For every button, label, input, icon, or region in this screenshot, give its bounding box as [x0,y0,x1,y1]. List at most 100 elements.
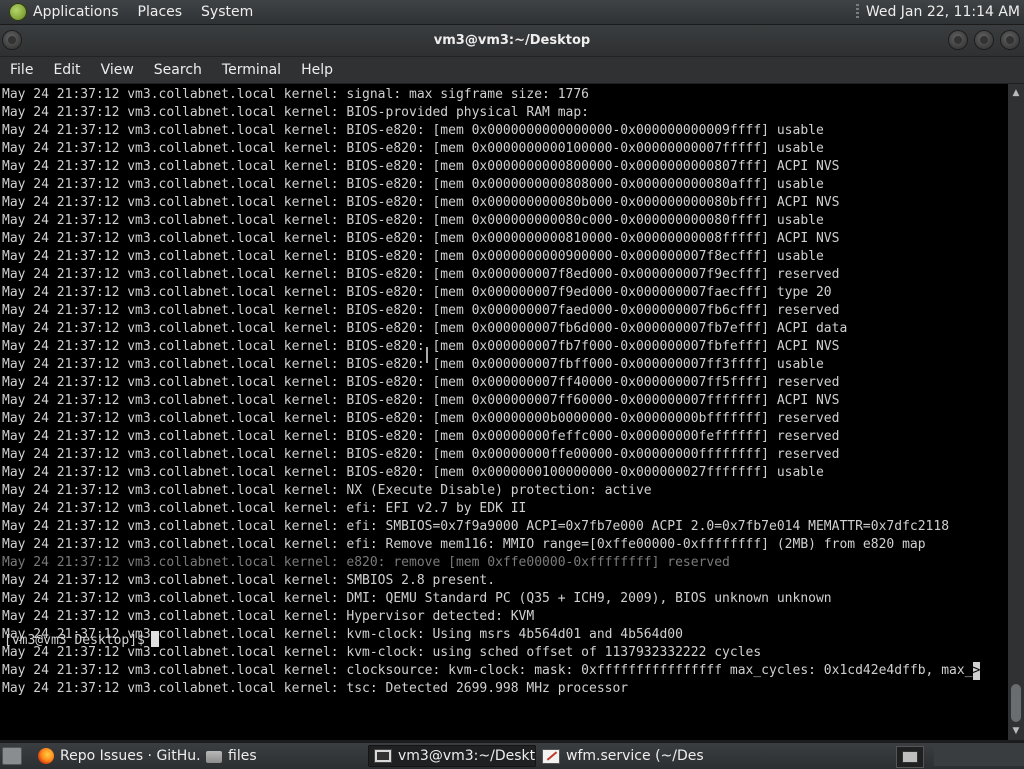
log-line-text: May 24 21:37:12 vm3.collabnet.local kern… [2,87,589,102]
log-line: May 24 21:37:12 vm3.collabnet.local kern… [2,572,980,590]
log-line-text: May 24 21:37:12 vm3.collabnet.local kern… [2,519,950,534]
log-line: May 24 21:37:12 vm3.collabnet.local kern… [2,122,980,140]
clock[interactable]: Wed Jan 22, 11:14 AM [866,4,1020,20]
window-titlebar[interactable]: vm3@vm3:~/Desktop [0,25,1024,57]
log-line: May 24 21:37:12 vm3.collabnet.local kern… [2,338,980,356]
task-label: vm3@vm3:~/Desktop [398,748,536,764]
log-line-text: May 24 21:37:12 vm3.collabnet.local kern… [2,537,926,552]
log-line: May 24 21:37:12 vm3.collabnet.local kern… [2,680,980,698]
menu-search[interactable]: Search [154,62,202,78]
log-line-text: May 24 21:37:12 vm3.collabnet.local kern… [2,105,589,120]
log-line: May 24 21:37:12 vm3.collabnet.local kern… [2,158,980,176]
log-line: May 24 21:37:12 vm3.collabnet.local kern… [2,86,980,104]
log-line-text: May 24 21:37:12 vm3.collabnet.local kern… [2,321,848,336]
task-editor[interactable]: wfm.service (~/Desk... [536,745,704,767]
scroll-up-arrow-icon[interactable]: ▲ [1008,86,1024,100]
menu-help[interactable]: Help [301,62,333,78]
log-line: May 24 21:37:12 vm3.collabnet.local kern… [2,518,980,536]
window-title: vm3@vm3:~/Desktop [433,33,591,48]
log-line: May 24 21:37:12 vm3.collabnet.local kern… [2,446,980,464]
log-line: May 24 21:37:12 vm3.collabnet.local kern… [2,248,980,266]
log-line-text: May 24 21:37:12 vm3.collabnet.local kern… [2,141,824,156]
workspace-switcher-icon[interactable] [896,746,924,768]
task-label: Repo Issues · GitHu... [60,748,200,764]
system-menu[interactable]: System [201,4,253,20]
log-line: May 24 21:37:12 vm3.collabnet.local kern… [2,284,980,302]
log-line: May 24 21:37:12 vm3.collabnet.local kern… [2,176,980,194]
log-line-text: May 24 21:37:12 vm3.collabnet.local kern… [2,195,840,210]
log-line: May 24 21:37:12 vm3.collabnet.local kern… [2,662,981,680]
log-line-text: May 24 21:37:12 vm3.collabnet.local kern… [2,231,840,246]
log-line: May 24 21:37:12 vm3.collabnet.local kern… [2,194,980,212]
log-line: May 24 21:37:12 vm3.collabnet.local kern… [2,464,980,482]
log-line-text: May 24 21:37:12 vm3.collabnet.local kern… [2,555,730,570]
workspace-switcher[interactable] [934,746,1024,766]
places-menu[interactable]: Places [138,4,183,20]
log-line: May 24 21:37:12 vm3.collabnet.local kern… [2,590,980,608]
panel-grip-icon[interactable] [855,4,859,20]
log-line: May 24 21:37:12 vm3.collabnet.local kern… [2,212,980,230]
log-line-text: May 24 21:37:12 vm3.collabnet.local kern… [2,447,840,462]
log-line-text: May 24 21:37:12 vm3.collabnet.local kern… [2,339,840,354]
maximize-button[interactable] [975,31,993,49]
log-line-text: May 24 21:37:12 vm3.collabnet.local kern… [2,681,629,696]
log-line: May 24 21:37:12 vm3.collabnet.local kern… [2,302,980,320]
log-line: May 24 21:37:12 vm3.collabnet.local kern… [2,536,980,554]
log-line: May 24 21:37:12 vm3.collabnet.local kern… [2,230,980,248]
top-panel-right: Wed Jan 22, 11:14 AM [855,0,1020,24]
firefox-icon [38,748,54,764]
folder-icon [206,751,222,763]
log-line: May 24 21:37:12 vm3.collabnet.local kern… [2,266,980,284]
log-line: May 24 21:37:12 vm3.collabnet.local kern… [2,374,980,392]
minimize-button[interactable] [949,31,967,49]
terminal-scrollbar[interactable]: ▲ ▼ [1008,84,1024,740]
top-panel: Applications Places System Wed Jan 22, 1… [0,0,1024,25]
menu-terminal[interactable]: Terminal [222,62,281,78]
log-line: May 24 21:37:12 vm3.collabnet.local kern… [2,320,980,338]
log-line: May 24 21:37:12 vm3.collabnet.local kern… [2,500,980,518]
distro-logo-icon[interactable] [9,3,27,21]
text-cursor [150,631,159,647]
log-line-text: May 24 21:37:12 vm3.collabnet.local kern… [2,213,824,228]
scroll-down-arrow-icon[interactable]: ▼ [1008,724,1024,738]
log-line-text: May 24 21:37:12 vm3.collabnet.local kern… [2,393,840,408]
text-editor-icon [542,748,560,764]
terminal-output: May 24 21:37:12 vm3.collabnet.local kern… [2,86,981,698]
log-line-text: May 24 21:37:12 vm3.collabnet.local kern… [2,303,840,318]
line-truncated-marker: > [972,662,981,680]
log-line: May 24 21:37:12 vm3.collabnet.local kern… [2,392,980,410]
log-line-text: May 24 21:37:12 vm3.collabnet.local kern… [2,663,973,678]
close-button[interactable] [1001,31,1019,49]
log-line: May 24 21:37:12 vm3.collabnet.local kern… [2,104,980,122]
log-line: May 24 21:37:12 vm3.collabnet.local kern… [2,482,980,500]
applications-menu[interactable]: Applications [33,4,119,20]
log-line-text: May 24 21:37:12 vm3.collabnet.local kern… [2,123,824,138]
scrollbar-thumb[interactable] [1011,684,1021,722]
log-line-text: May 24 21:37:12 vm3.collabnet.local kern… [2,483,652,498]
log-line: May 24 21:37:12 vm3.collabnet.local kern… [2,410,980,428]
shell-prompt-line[interactable]: [vm3@vm3 Desktop]$ [4,631,159,650]
show-desktop-icon[interactable] [2,747,22,765]
task-github[interactable]: Repo Issues · GitHu... [32,745,200,767]
log-line: May 24 21:37:12 vm3.collabnet.local kern… [2,140,980,158]
log-line-text: May 24 21:37:12 vm3.collabnet.local kern… [2,159,840,174]
task-terminal[interactable]: vm3@vm3:~/Desktop [368,745,536,767]
log-line-text: May 24 21:37:12 vm3.collabnet.local kern… [2,249,824,264]
log-line-text: May 24 21:37:12 vm3.collabnet.local kern… [2,411,840,426]
task-files[interactable]: files [200,745,368,767]
terminal-icon [374,749,392,763]
mouse-ibeam-icon [426,347,428,363]
shell-prompt: [vm3@vm3 Desktop]$ [4,633,145,648]
log-line-text: May 24 21:37:12 vm3.collabnet.local kern… [2,573,496,588]
log-line: May 24 21:37:12 vm3.collabnet.local kern… [2,428,980,446]
log-line-text: May 24 21:37:12 vm3.collabnet.local kern… [2,465,824,480]
menu-view[interactable]: View [101,62,134,78]
menu-file[interactable]: File [10,62,33,78]
log-line-text: May 24 21:37:12 vm3.collabnet.local kern… [2,609,535,624]
log-line-text: May 24 21:37:12 vm3.collabnet.local kern… [2,177,824,192]
log-line-text: May 24 21:37:12 vm3.collabnet.local kern… [2,429,840,444]
menu-edit[interactable]: Edit [53,62,80,78]
log-line-text: May 24 21:37:12 vm3.collabnet.local kern… [2,267,840,282]
log-line-text: May 24 21:37:12 vm3.collabnet.local kern… [2,375,840,390]
bottom-taskbar: Repo Issues · GitHu... files vm3@vm3:~/D… [0,742,1024,769]
